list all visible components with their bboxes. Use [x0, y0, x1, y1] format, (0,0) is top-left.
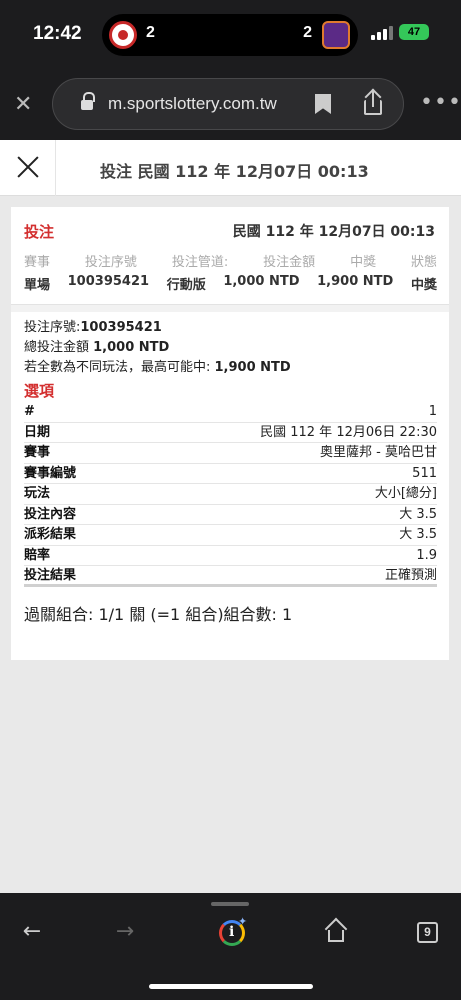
option-key: 派彩結果	[24, 527, 77, 542]
option-key: 賠率	[24, 547, 51, 563]
serial-line: 投注序號:100395421	[24, 318, 437, 338]
summary-header: 中獎	[350, 255, 377, 270]
option-value: 1.9	[416, 547, 437, 563]
serial-label: 投注序號:	[24, 320, 81, 335]
close-icon[interactable]: ✕	[14, 94, 36, 116]
address-bar[interactable]: m.sportslottery.com.tw	[52, 78, 404, 130]
forward-icon[interactable]: →	[112, 919, 138, 945]
battery-indicator: 47	[399, 24, 429, 40]
option-key: 投注內容	[24, 506, 77, 522]
summary-header: 狀態	[410, 255, 437, 270]
summary-header: 投注序號	[84, 255, 137, 270]
max-win-line: 若全數為不同玩法，最高可能中: 1,900 NTD	[24, 358, 437, 378]
page-title: 投注 民國 112 年 12月07日 00:13	[100, 162, 369, 181]
bottom-toolbar: ← → ✦ 9	[0, 893, 461, 1000]
summary-header: 投注金額	[263, 255, 316, 270]
tabs-icon[interactable]: 9	[417, 922, 438, 943]
share-icon[interactable]	[363, 88, 385, 117]
total-label: 總投注金額	[24, 340, 94, 355]
summary-value: 中獎	[410, 278, 437, 293]
sparkle-icon: ✦	[238, 915, 248, 928]
home-team-logo-icon	[109, 21, 137, 49]
lock-icon	[81, 92, 95, 111]
bookmark-icon[interactable]	[315, 94, 331, 114]
option-value: 民國 112 年 12月06日 22:30	[260, 424, 437, 440]
summary-table: 賽事 投注序號 投注管道: 投注金額 中獎 狀態 單場 100395421 行動…	[24, 251, 437, 293]
total-value: 1,000 NTD	[93, 340, 170, 355]
bet-summary: 投注 民國 112 年 12月07日 00:13 賽事 投注序號 投注管道: 投…	[11, 207, 449, 305]
serial-value: 100395421	[80, 320, 162, 335]
options-title: 選項	[24, 382, 55, 400]
away-score: 2	[303, 24, 312, 41]
option-row: 投注結果 正確預測	[24, 566, 437, 587]
back-icon[interactable]: ←	[19, 919, 45, 945]
option-key: 賽事	[24, 445, 51, 460]
summary-value: 單場	[24, 278, 51, 293]
browser-toolbar: ✕ m.sportslottery.com.tw •••	[0, 70, 461, 140]
home-indicator	[149, 984, 313, 989]
option-row: 派彩結果 大 3.5	[24, 525, 437, 546]
home-score: 2	[146, 24, 155, 41]
close-page-button[interactable]	[16, 154, 40, 178]
live-activity-island[interactable]: 2 2	[102, 14, 358, 56]
away-team-logo-icon	[322, 21, 350, 49]
summary-value-row: 單場 100395421 行動版 1,000 NTD 1,900 NTD 中獎	[24, 274, 437, 293]
option-row: 賠率 1.9	[24, 546, 437, 566]
option-key: 賽事編號	[24, 465, 77, 481]
summary-header: 賽事	[24, 255, 51, 270]
signal-icon	[371, 26, 393, 40]
page-header: 投注 民國 112 年 12月07日 00:13	[0, 140, 461, 196]
option-value: 大小[總分]	[374, 486, 437, 501]
option-row: 賽事編號 511	[24, 464, 437, 484]
bet-title: 投注	[24, 223, 55, 241]
option-key: 投注結果	[24, 568, 77, 583]
option-key: 日期	[24, 424, 51, 440]
option-row: 玩法 大小[總分]	[24, 484, 437, 505]
status-time: 12:42	[33, 23, 82, 44]
option-row: 日期 民國 112 年 12月06日 22:30	[24, 423, 437, 443]
combo-summary: 過關組合: 1/1 關 (=1 組合)組合數: 1	[24, 604, 293, 624]
bet-card: 投注 民國 112 年 12月07日 00:13 賽事 投注序號 投注管道: 投…	[11, 207, 449, 660]
option-value: 1	[428, 404, 437, 419]
option-value: 奧里薩邦 - 莫哈巴甘	[320, 445, 437, 460]
summary-value: 行動版	[166, 278, 206, 293]
option-value: 正確預測	[384, 568, 437, 583]
option-value: 大 3.5	[399, 506, 437, 522]
status-bar: 12:42 2 2 47	[0, 0, 461, 70]
bet-details: 投注序號:100395421 總投注金額 1,000 NTD 若全數為不同玩法，…	[24, 318, 437, 625]
summary-value: 1,900 NTD	[317, 274, 394, 289]
max-win-value: 1,900 NTD	[214, 360, 291, 375]
section-divider	[11, 304, 449, 312]
option-row: 賽事 奧里薩邦 - 莫哈巴甘	[24, 443, 437, 464]
summary-value: 100395421	[67, 274, 150, 289]
option-row: 投注內容 大 3.5	[24, 505, 437, 525]
option-key: 玩法	[24, 486, 51, 501]
max-win-label: 若全數為不同玩法，最高可能中:	[24, 360, 215, 375]
summary-header-row: 賽事 投注序號 投注管道: 投注金額 中獎 狀態	[24, 251, 437, 270]
header-divider	[55, 140, 56, 196]
summary-value: 1,000 NTD	[223, 274, 300, 289]
option-value: 大 3.5	[399, 527, 437, 542]
home-icon[interactable]	[324, 917, 348, 942]
more-icon[interactable]: •••	[420, 92, 461, 114]
total-line: 總投注金額 1,000 NTD	[24, 338, 437, 358]
drag-handle[interactable]	[211, 902, 249, 906]
option-value: 511	[412, 465, 437, 481]
option-row: #1	[24, 402, 437, 423]
summary-header: 投注管道:	[171, 255, 229, 270]
option-key: #	[24, 404, 35, 419]
url-text: m.sportslottery.com.tw	[108, 94, 277, 113]
bet-date: 民國 112 年 12月07日 00:13	[232, 224, 435, 240]
